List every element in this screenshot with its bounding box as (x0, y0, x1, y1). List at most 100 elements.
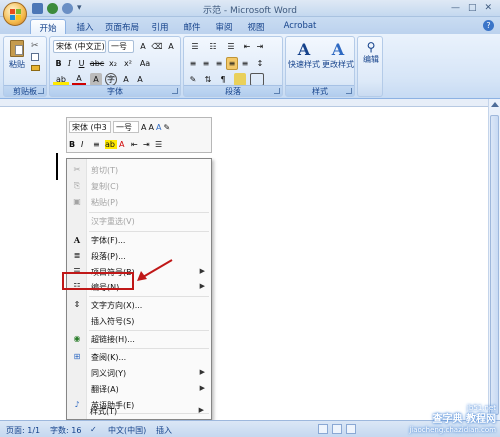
tab-insert[interactable]: 插入 (72, 19, 98, 34)
quick-styles-button[interactable]: A 快速样式 (288, 40, 320, 70)
menu-item-cut[interactable]: ✂ 剪切(T) (67, 163, 211, 178)
font-size-select[interactable]: 一号 (108, 40, 134, 53)
mini-highlight-icon[interactable]: ab (105, 139, 117, 149)
mini-shrink-font-icon[interactable]: A (148, 123, 153, 132)
menu-item-translate[interactable]: 翻译(A) ▶ (67, 382, 211, 397)
hyperlink-icon: ◉ (73, 334, 81, 343)
close-button[interactable]: ✕ (484, 3, 492, 13)
mini-increase-indent-icon[interactable]: ⇥ (143, 140, 153, 149)
highlight-box (62, 272, 134, 290)
text-direction-icon: ⇕ (73, 300, 81, 309)
clear-formatting-icon[interactable]: ⌫ (150, 40, 164, 53)
paste-button[interactable]: 粘贴 (7, 40, 27, 74)
strikethrough-icon[interactable]: abc (90, 57, 104, 70)
mini-toolbar: 宋体 (中3 一号 A A A ✎ B I ≡ ab A ⇤ ⇥ ☰ (66, 117, 212, 153)
page-count[interactable]: 页面: 1/1 (6, 425, 40, 436)
menu-item-research[interactable]: ⊞ 查阅(K)... (67, 350, 211, 365)
align-right-icon[interactable]: ≡ (213, 57, 225, 70)
multilevel-list-icon[interactable]: ☰ (223, 40, 239, 53)
mini-italic-icon[interactable]: I (81, 140, 91, 149)
paragraph-launcher[interactable] (274, 88, 280, 94)
submenu-arrow-icon: ▶ (199, 282, 205, 290)
language-indicator[interactable]: 中文(中国) (108, 425, 146, 436)
print-layout-icon[interactable] (318, 424, 328, 434)
full-screen-reading-icon[interactable] (332, 424, 342, 434)
menu-item-text-direction[interactable]: ⇕ 文字方向(X)... (67, 298, 211, 313)
bold-icon[interactable]: B (53, 57, 64, 70)
tab-mailings[interactable]: 邮件 (180, 19, 204, 34)
copy-icon: ⎘ (73, 181, 81, 190)
tab-home[interactable]: 开始 (30, 19, 66, 34)
submenu-arrow-icon: ▶ (199, 267, 205, 275)
change-styles-button[interactable]: A 更改样式 (322, 40, 354, 70)
tab-acrobat[interactable]: Acrobat (278, 19, 322, 34)
menu-item-reconvert[interactable]: 汉字重选(V) (67, 214, 211, 229)
menu-item-styles[interactable]: 样式(T) ▶ (66, 404, 210, 419)
help-icon[interactable]: ? (483, 20, 494, 31)
submenu-arrow-icon: ▶ (199, 368, 205, 376)
tab-page-layout[interactable]: 页面布局 (102, 19, 142, 34)
web-layout-icon[interactable] (346, 424, 356, 434)
maximize-button[interactable]: □ (468, 3, 477, 13)
mini-bold-icon[interactable]: B (69, 140, 79, 149)
styles-launcher[interactable] (346, 88, 352, 94)
ribbon: 粘贴 ✂ 剪贴板 宋体 (中文正) 一号 A ⌫ A B I U abc x₂ … (0, 34, 500, 99)
change-case-icon[interactable]: Aa (138, 57, 152, 70)
spellcheck-icon[interactable]: ✓ (90, 425, 97, 434)
italic-icon[interactable]: I (64, 57, 75, 70)
align-center-icon[interactable]: ≡ (200, 57, 212, 70)
insert-mode-indicator[interactable]: 插入 (156, 425, 172, 436)
scroll-thumb[interactable] (490, 115, 499, 415)
menu-item-copy[interactable]: ⎘ 复制(C) (67, 179, 211, 194)
superscript-icon[interactable]: x² (121, 57, 135, 70)
character-border-icon[interactable]: A (164, 40, 178, 53)
tab-references[interactable]: 引用 (148, 19, 172, 34)
minimize-button[interactable]: — (451, 3, 460, 13)
mini-center-icon[interactable]: ≡ (93, 140, 103, 149)
menu-item-paste[interactable]: ▣ 粘贴(P) (67, 195, 211, 210)
editing-button[interactable]: ⚲ 编辑 (359, 40, 383, 65)
office-button[interactable] (3, 2, 27, 26)
distributed-icon[interactable]: ≡ (239, 57, 251, 70)
mini-bullets-icon[interactable]: ☰ (155, 140, 165, 149)
bullets-icon[interactable]: ☰ (187, 40, 203, 53)
font-launcher[interactable] (172, 88, 178, 94)
tab-view[interactable]: 视图 (244, 19, 268, 34)
increase-indent-icon[interactable]: ⇥ (254, 40, 266, 53)
vertical-scrollbar[interactable] (488, 99, 500, 420)
submenu-arrow-icon: ▶ (198, 406, 204, 414)
phonetic-guide-icon[interactable]: A (136, 40, 150, 53)
tab-review[interactable]: 审阅 (212, 19, 236, 34)
scroll-up-icon[interactable] (491, 102, 499, 107)
mini-format-painter-icon[interactable]: ✎ (163, 123, 170, 132)
word-count[interactable]: 字数: 16 (50, 425, 81, 436)
format-painter-icon[interactable] (31, 65, 40, 71)
menu-item-synonyms[interactable]: 同义词(Y) ▶ (67, 366, 211, 381)
editing-group: ⚲ 编辑 (357, 36, 383, 97)
menu-item-insert-symbol[interactable]: 插入符号(S) (67, 314, 211, 329)
numbering-icon[interactable]: ☷ (205, 40, 221, 53)
title-bar: ▾ 示范 - Microsoft Word — □ ✕ (0, 0, 500, 17)
mini-style-icon[interactable]: A (156, 123, 161, 132)
align-left-icon[interactable]: ≡ (187, 57, 199, 70)
clipboard-launcher[interactable] (38, 88, 44, 94)
decrease-indent-icon[interactable]: ⇤ (241, 40, 253, 53)
font-name-select[interactable]: 宋体 (中文正) (53, 40, 106, 53)
text-cursor (56, 153, 58, 180)
font-group-label: 字体 (50, 85, 180, 96)
menu-item-font[interactable]: A 字体(F)... (67, 233, 211, 248)
mini-size-select[interactable]: 一号 (113, 121, 139, 133)
menu-item-hyperlink[interactable]: ◉ 超链接(H)... (67, 332, 211, 347)
quick-styles-icon: A (297, 40, 311, 59)
copy-icon[interactable] (31, 53, 39, 61)
mini-decrease-indent-icon[interactable]: ⇤ (131, 140, 141, 149)
mini-grow-font-icon[interactable]: A (141, 123, 146, 132)
cut-icon[interactable]: ✂ (31, 41, 39, 51)
mini-font-color-icon[interactable]: A (119, 140, 129, 149)
subscript-icon[interactable]: x₂ (106, 57, 120, 70)
line-spacing-icon[interactable]: ↕ (254, 57, 266, 70)
justify-icon[interactable]: ≡ (226, 57, 238, 70)
binoculars-icon: ⚲ (366, 40, 376, 54)
underline-icon[interactable]: U (76, 57, 87, 70)
mini-font-select[interactable]: 宋体 (中3 (69, 121, 111, 133)
